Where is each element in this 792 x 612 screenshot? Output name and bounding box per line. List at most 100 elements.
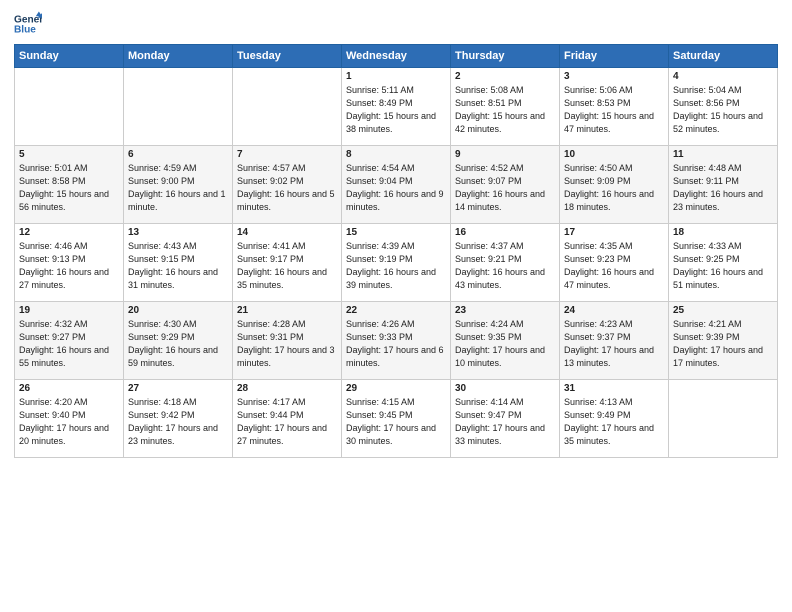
day-info: Sunrise: 4:35 AMSunset: 9:23 PMDaylight:… [564,240,664,292]
day-number: 1 [346,71,446,82]
day-number: 14 [237,227,337,238]
day-info: Sunrise: 5:01 AMSunset: 8:58 PMDaylight:… [19,162,119,214]
day-number: 27 [128,383,228,394]
day-number: 28 [237,383,337,394]
logo-icon: General Blue [14,10,42,38]
day-cell: 30Sunrise: 4:14 AMSunset: 9:47 PMDayligh… [451,380,560,458]
svg-text:Blue: Blue [14,25,36,36]
day-cell: 2 Sunrise: 5:08 AMSunset: 8:51 PMDaylight… [451,68,560,146]
day-cell [233,68,342,146]
day-cell: 14 Sunrise: 4:41 AMSunset: 9:17 PMDayligh… [233,224,342,302]
day-number: 13 [128,227,228,238]
day-info: Sunrise: 4:57 AMSunset: 9:02 PMDaylight:… [237,162,337,214]
day-info: Sunrise: 4:18 AMSunset: 9:42 PMDaylight:… [128,396,228,448]
day-cell: 28 Sunrise: 4:17 AMSunset: 9:44 PMDayligh… [233,380,342,458]
col-header-thursday: Thursday [451,45,560,68]
header-row: SundayMondayTuesdayWednesdayThursdayFrid… [15,45,778,68]
day-cell: 18 Sunrise: 4:33 AMSunset: 9:25 PMDayligh… [669,224,778,302]
day-cell: 21 Sunrise: 4:28 AMSunset: 9:31 PMDayligh… [233,302,342,380]
day-number: 7 [237,149,337,160]
day-info: Sunrise: 4:37 AMSunset: 9:21 PMDaylight:… [455,240,555,292]
day-number: 19 [19,305,119,316]
day-info: Sunrise: 4:52 AMSunset: 9:07 PMDaylight:… [455,162,555,214]
day-number: 4 [673,71,773,82]
week-row-2: 5 Sunrise: 5:01 AMSunset: 8:58 PMDaylight… [15,146,778,224]
day-info: Sunrise: 5:06 AMSunset: 8:53 PMDaylight:… [564,84,664,136]
day-cell: 31 Sunrise: 4:13 AMSunset: 9:49 PMDayligh… [560,380,669,458]
day-cell: 26Sunrise: 4:20 AMSunset: 9:40 PMDayligh… [15,380,124,458]
day-info: Sunrise: 4:17 AMSunset: 9:44 PMDaylight:… [237,396,337,448]
day-info: Sunrise: 4:43 AMSunset: 9:15 PMDaylight:… [128,240,228,292]
col-header-saturday: Saturday [669,45,778,68]
day-info: Sunrise: 4:15 AMSunset: 9:45 PMDaylight:… [346,396,446,448]
day-info: Sunrise: 4:28 AMSunset: 9:31 PMDaylight:… [237,318,337,370]
day-cell [124,68,233,146]
day-cell: 5 Sunrise: 5:01 AMSunset: 8:58 PMDaylight… [15,146,124,224]
day-info: Sunrise: 4:24 AMSunset: 9:35 PMDaylight:… [455,318,555,370]
day-number: 16 [455,227,555,238]
day-info: Sunrise: 4:30 AMSunset: 9:29 PMDaylight:… [128,318,228,370]
day-number: 15 [346,227,446,238]
day-number: 5 [19,149,119,160]
calendar-table: SundayMondayTuesdayWednesdayThursdayFrid… [14,44,778,458]
logo: General Blue [14,10,42,38]
day-cell: 16 Sunrise: 4:37 AMSunset: 9:21 PMDayligh… [451,224,560,302]
day-info: Sunrise: 4:23 AMSunset: 9:37 PMDaylight:… [564,318,664,370]
day-info: Sunrise: 4:39 AMSunset: 9:19 PMDaylight:… [346,240,446,292]
day-info: Sunrise: 4:32 AMSunset: 9:27 PMDaylight:… [19,318,119,370]
week-row-5: 26Sunrise: 4:20 AMSunset: 9:40 PMDayligh… [15,380,778,458]
day-info: Sunrise: 4:33 AMSunset: 9:25 PMDaylight:… [673,240,773,292]
day-cell: 12 Sunrise: 4:46 AMSunset: 9:13 PMDayligh… [15,224,124,302]
day-info: Sunrise: 4:41 AMSunset: 9:17 PMDaylight:… [237,240,337,292]
day-cell: 9 Sunrise: 4:52 AMSunset: 9:07 PMDaylight… [451,146,560,224]
day-cell: 11 Sunrise: 4:48 AMSunset: 9:11 PMDayligh… [669,146,778,224]
day-cell: 27 Sunrise: 4:18 AMSunset: 9:42 PMDayligh… [124,380,233,458]
day-cell [15,68,124,146]
day-number: 2 [455,71,555,82]
day-cell: 25 Sunrise: 4:21 AMSunset: 9:39 PMDayligh… [669,302,778,380]
day-info: Sunrise: 4:21 AMSunset: 9:39 PMDaylight:… [673,318,773,370]
day-number: 21 [237,305,337,316]
day-cell: 3Sunrise: 5:06 AMSunset: 8:53 PMDaylight… [560,68,669,146]
day-number: 24 [564,305,664,316]
day-number: 11 [673,149,773,160]
day-number: 20 [128,305,228,316]
day-info: Sunrise: 4:48 AMSunset: 9:11 PMDaylight:… [673,162,773,214]
day-cell: 6Sunrise: 4:59 AMSunset: 9:00 PMDaylight… [124,146,233,224]
day-info: Sunrise: 5:08 AMSunset: 8:51 PMDaylight:… [455,84,555,136]
day-number: 12 [19,227,119,238]
day-cell: 23 Sunrise: 4:24 AMSunset: 9:35 PMDayligh… [451,302,560,380]
day-number: 31 [564,383,664,394]
day-info: Sunrise: 4:46 AMSunset: 9:13 PMDaylight:… [19,240,119,292]
day-info: Sunrise: 5:04 AMSunset: 8:56 PMDaylight:… [673,84,773,136]
day-cell: 22Sunrise: 4:26 AMSunset: 9:33 PMDayligh… [342,302,451,380]
day-cell: 17 Sunrise: 4:35 AMSunset: 9:23 PMDayligh… [560,224,669,302]
day-info: Sunrise: 4:54 AMSunset: 9:04 PMDaylight:… [346,162,446,214]
day-info: Sunrise: 4:13 AMSunset: 9:49 PMDaylight:… [564,396,664,448]
week-row-4: 19 Sunrise: 4:32 AMSunset: 9:27 PMDayligh… [15,302,778,380]
day-cell [669,380,778,458]
day-info: Sunrise: 4:14 AMSunset: 9:47 PMDaylight:… [455,396,555,448]
day-cell: 10 Sunrise: 4:50 AMSunset: 9:09 PMDayligh… [560,146,669,224]
day-cell: 4 Sunrise: 5:04 AMSunset: 8:56 PMDaylight… [669,68,778,146]
header: General Blue [14,10,778,38]
day-number: 17 [564,227,664,238]
page: General Blue SundayMondayTuesdayWednesda… [0,0,792,612]
week-row-3: 12 Sunrise: 4:46 AMSunset: 9:13 PMDayligh… [15,224,778,302]
day-cell: 7 Sunrise: 4:57 AMSunset: 9:02 PMDaylight… [233,146,342,224]
day-number: 6 [128,149,228,160]
day-number: 10 [564,149,664,160]
day-number: 9 [455,149,555,160]
day-cell: 20 Sunrise: 4:30 AMSunset: 9:29 PMDayligh… [124,302,233,380]
day-number: 25 [673,305,773,316]
day-number: 18 [673,227,773,238]
day-info: Sunrise: 4:50 AMSunset: 9:09 PMDaylight:… [564,162,664,214]
day-info: Sunrise: 5:11 AMSunset: 8:49 PMDaylight:… [346,84,446,136]
day-number: 23 [455,305,555,316]
col-header-wednesday: Wednesday [342,45,451,68]
col-header-monday: Monday [124,45,233,68]
col-header-tuesday: Tuesday [233,45,342,68]
day-cell: 19 Sunrise: 4:32 AMSunset: 9:27 PMDayligh… [15,302,124,380]
day-info: Sunrise: 4:26 AMSunset: 9:33 PMDaylight:… [346,318,446,370]
day-number: 26 [19,383,119,394]
